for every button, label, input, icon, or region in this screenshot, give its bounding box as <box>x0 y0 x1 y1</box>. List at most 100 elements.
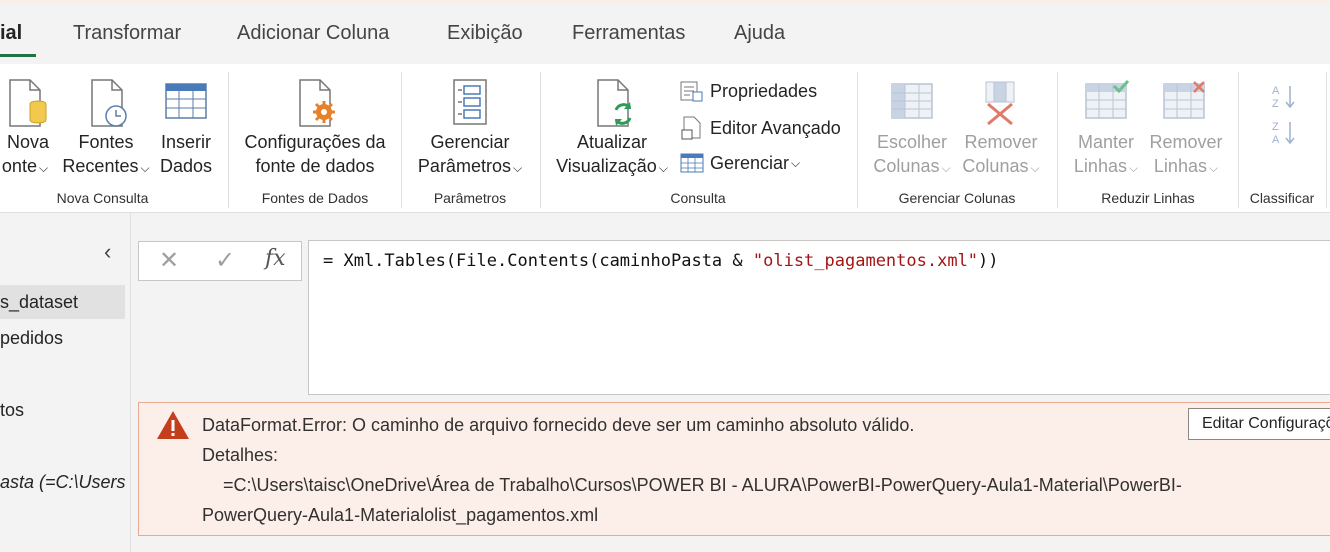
gerenciar-parametros-label-2: Parâmetros <box>417 156 511 176</box>
formula-text[interactable]: = Xml.Tables(File.Contents(caminhoPasta … <box>323 251 999 271</box>
manter-linhas-label-2: Linhas <box>1073 156 1127 176</box>
advanced-editor-icon <box>681 116 701 140</box>
group-classificar-label: Classificar <box>1249 190 1315 206</box>
query-item[interactable]: s_dataset <box>0 285 125 319</box>
atualizar-label-1: Atualizar <box>576 132 648 152</box>
tab-adicionar-coluna[interactable]: Adicionar Coluna <box>237 22 389 45</box>
ribbon-tabs: ial Transformar Adicionar Coluna Exibiçã… <box>0 4 1330 64</box>
formula-suffix: )) <box>978 251 999 271</box>
group-separator <box>1057 72 1058 208</box>
query-item-parameter[interactable]: asta (=C:\Users... <box>0 472 126 493</box>
chevron-down-icon: ⌵ <box>1208 161 1219 175</box>
formula-controls: ✕ ✓ fx <box>138 241 302 281</box>
query-item[interactable]: tos <box>0 400 24 421</box>
gerenciar-button[interactable]: Gerenciar ⌵ <box>680 152 800 174</box>
cancel-formula-icon[interactable]: ✕ <box>159 246 179 275</box>
chevron-down-icon: ⌵ <box>1030 161 1040 175</box>
propriedades-label: Propriedades <box>710 80 818 101</box>
error-details-line1: =C:\Users\taisc\OneDrive\Área de Trabalh… <box>223 475 1182 495</box>
tab-transformar[interactable]: Transformar <box>73 22 181 45</box>
formula-bar[interactable]: = Xml.Tables(File.Contents(caminhoPasta … <box>308 240 1330 395</box>
formula-prefix: = Xml.Tables(File.Contents(caminhoPasta … <box>323 251 753 271</box>
refresh-preview-icon <box>597 79 632 127</box>
nova-fonte-label-2: onte <box>1 156 37 176</box>
editor-avancado-label: Editor Avançado <box>710 117 841 138</box>
error-panel: DataFormat.Error: O caminho de arquivo f… <box>138 402 1330 536</box>
error-message: DataFormat.Error: O caminho de arquivo f… <box>202 415 915 435</box>
gerenciar-label: Gerenciar <box>710 152 790 173</box>
tab-ajuda[interactable]: Ajuda <box>734 22 785 45</box>
active-tab-underline <box>0 54 36 57</box>
remover-linhas-label-1: Remover <box>1149 132 1223 152</box>
fontes-recentes-label-1: Fontes <box>78 132 134 152</box>
group-separator <box>228 72 229 208</box>
group-separator <box>540 72 541 208</box>
escolher-colunas-label-1: Escolher <box>876 132 948 152</box>
ribbon: Nova onte ⌵ Fontes Recentes ⌵ Inserir Dado… <box>0 64 1330 213</box>
manage-table-icon <box>680 153 704 173</box>
remove-rows-icon <box>1163 81 1205 119</box>
group-fontes-dados-label: Fontes de Dados <box>261 190 369 206</box>
error-details-line2: PowerQuery-Aula1-Materialolist_pagamento… <box>202 505 599 525</box>
chevron-down-icon: ⌵ <box>140 161 150 175</box>
data-source-settings-icon <box>299 79 335 127</box>
remover-colunas-label-2: Colunas <box>962 156 1029 176</box>
configuracoes-fonte-label-1: Configurações da <box>244 132 386 152</box>
table-icon <box>165 83 207 119</box>
svg-text:Z: Z <box>1272 98 1279 110</box>
editar-configuracoes-button[interactable]: Editar Configurações <box>1188 408 1330 440</box>
tab-ferramentas[interactable]: Ferramentas <box>572 22 685 45</box>
gerenciar-parametros-label-1: Gerenciar <box>430 132 510 152</box>
properties-icon <box>680 81 703 102</box>
queries-panel: ‹ s_dataset pedidos tos asta (=C:\Users.… <box>0 213 131 552</box>
svg-text:Z: Z <box>1272 121 1279 133</box>
manter-linhas-label-1: Manter <box>1077 132 1135 152</box>
error-details-label: Detalhes: <box>202 445 279 465</box>
group-separator <box>401 72 402 208</box>
group-nova-consulta-label: Nova Consulta <box>56 190 149 206</box>
fontes-recentes-label-2: Recentes <box>62 156 139 176</box>
chevron-down-icon: ⌵ <box>38 161 49 175</box>
sort-ascending-icon: A Z <box>1272 85 1295 110</box>
recent-sources-icon <box>91 79 127 127</box>
group-gerenciar-colunas-label: Gerenciar Colunas <box>898 190 1016 206</box>
svg-text:A: A <box>1272 134 1280 146</box>
classificar-crescente-button[interactable]: A Z Z A <box>1262 82 1302 146</box>
chevron-down-icon: ⌵ <box>658 161 668 175</box>
chevron-down-icon: ⌵ <box>1128 161 1139 175</box>
warning-icon <box>157 411 189 439</box>
parameters-icon <box>453 79 487 125</box>
escolher-colunas-label-2: Colunas <box>873 156 940 176</box>
confirm-formula-icon[interactable]: ✓ <box>215 246 235 275</box>
group-separator <box>1326 72 1327 208</box>
chevron-down-icon: ⌵ <box>791 155 801 170</box>
group-separator <box>857 72 858 208</box>
editor-avancado-button[interactable]: Editor Avançado <box>680 116 841 140</box>
inserir-dados-label-1: Inserir <box>160 132 211 152</box>
group-reduzir-linhas-label: Reduzir Linhas <box>1101 190 1195 206</box>
remove-columns-icon <box>985 81 1015 126</box>
collapse-panel-icon[interactable]: ‹ <box>104 239 111 265</box>
group-parametros-label: Parâmetros <box>433 190 507 206</box>
nova-fonte-label-1: Nova <box>6 132 50 152</box>
choose-columns-icon <box>891 83 933 119</box>
chevron-down-icon: ⌵ <box>512 161 523 175</box>
group-separator <box>1238 72 1239 208</box>
formula-string: "olist_pagamentos.xml" <box>752 251 979 271</box>
remover-colunas-label-1: Remover <box>964 132 1038 152</box>
sort-descending-icon: Z A <box>1272 121 1295 146</box>
query-item[interactable]: pedidos <box>0 328 63 349</box>
svg-text:A: A <box>1272 85 1280 97</box>
tab-exibicao[interactable]: Exibição <box>447 22 523 45</box>
inserir-dados-label-2: Dados <box>159 156 213 176</box>
remover-linhas-label-2: Linhas <box>1153 156 1207 176</box>
configuracoes-fonte-label-2: fonte de dados <box>255 156 375 176</box>
chevron-down-icon: ⌵ <box>941 161 951 175</box>
group-consulta-label: Consulta <box>670 190 726 206</box>
propriedades-button[interactable]: Propriedades <box>680 80 817 102</box>
fx-icon[interactable]: fx <box>265 246 286 271</box>
tab-pagina-inicial[interactable]: ial <box>0 22 22 45</box>
keep-rows-icon <box>1085 80 1130 119</box>
atualizar-label-2: Visualização <box>556 156 657 176</box>
database-icon <box>9 79 47 127</box>
